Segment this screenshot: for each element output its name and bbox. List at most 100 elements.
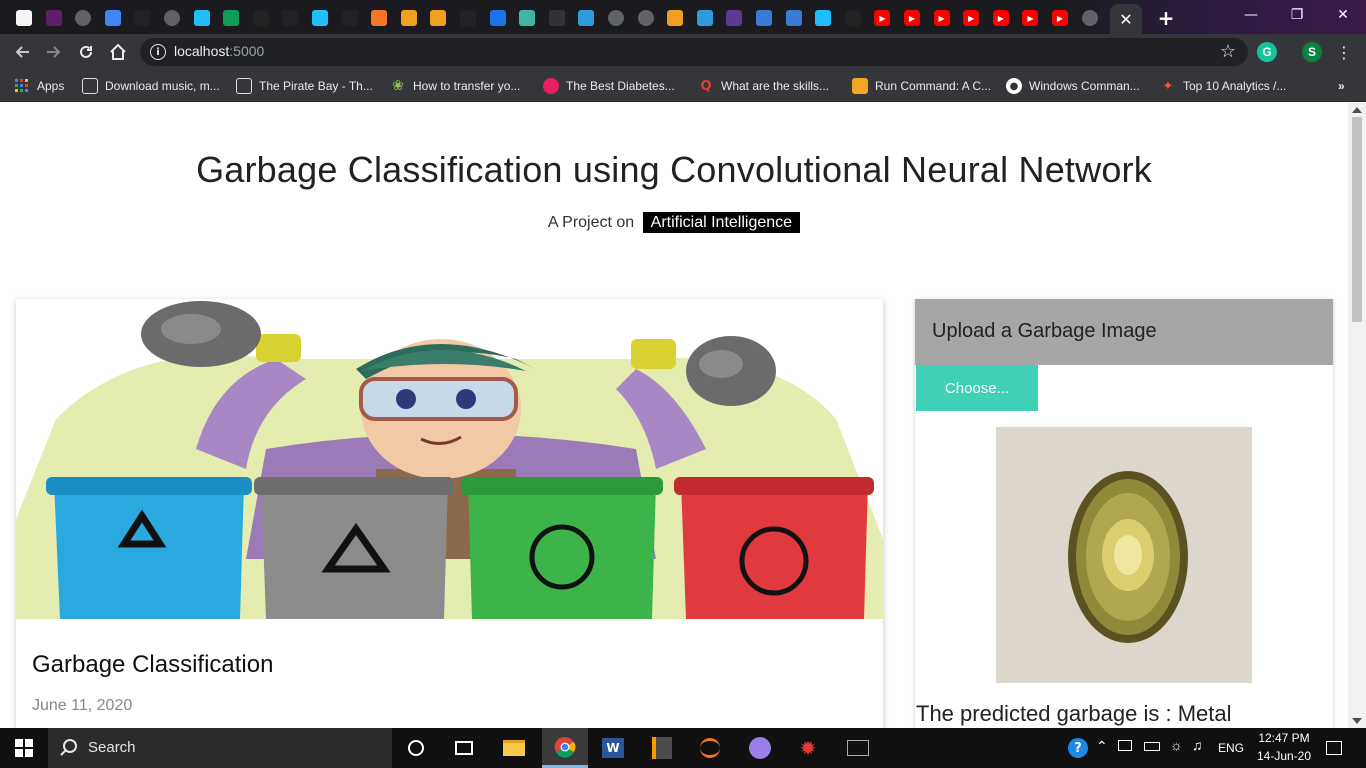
bookmark-label: What are the skills... [721, 79, 830, 93]
wifi-icon[interactable]: ☼ [1170, 737, 1183, 753]
tab-edx[interactable] [720, 4, 748, 32]
show-hidden-icons-chevron-icon[interactable]: ⌃ [1096, 738, 1108, 755]
scroll-down-arrow-icon[interactable] [1352, 718, 1362, 724]
bookmark-item[interactable]: ✦ Top 10 Analytics /... [1160, 76, 1287, 96]
clock-date[interactable]: 14-Jun-20 [1254, 749, 1314, 763]
scrollbar-thumb[interactable] [1352, 117, 1362, 322]
network-icon[interactable] [1118, 740, 1132, 751]
tab-generic[interactable] [1076, 4, 1104, 32]
chrome-taskbar-button[interactable] [542, 728, 588, 768]
bookmark-item[interactable]: The Best Diabetes... [543, 76, 675, 96]
url-text[interactable]: localhost:5000 [174, 43, 264, 59]
language-indicator[interactable]: ENG [1218, 741, 1244, 755]
battery-icon[interactable] [1144, 742, 1160, 751]
forward-button[interactable] [42, 40, 66, 64]
info-icon[interactable]: i [150, 44, 166, 60]
tab-github[interactable] [454, 4, 482, 32]
tab-github[interactable] [276, 4, 304, 32]
tab-generic[interactable] [158, 4, 186, 32]
bookmark-item[interactable]: Q What are the skills... [698, 76, 829, 96]
tab-kaggle[interactable] [306, 4, 334, 32]
choose-file-button[interactable]: Choose... [916, 365, 1038, 411]
github-desktop-button[interactable] [744, 732, 776, 764]
help-button[interactable]: ? [1062, 732, 1094, 764]
profile-avatar[interactable]: S [1302, 42, 1322, 62]
tab-kaggle[interactable] [188, 4, 216, 32]
bookmark-item[interactable]: ❀ How to transfer yo... [390, 76, 520, 96]
close-window-button[interactable]: ✕ [1320, 0, 1366, 30]
grammarly-icon[interactable]: G [1257, 42, 1277, 62]
sublime-button[interactable] [646, 732, 678, 764]
tab-tumblr[interactable] [513, 4, 541, 32]
tab-notebook[interactable] [424, 4, 452, 32]
url-port: :5000 [229, 43, 265, 59]
restore-button[interactable]: ❐ [1274, 0, 1320, 30]
tab-youtube[interactable]: ▶ [928, 4, 956, 32]
tab-cloud[interactable] [572, 4, 600, 32]
start-button[interactable] [8, 732, 40, 764]
word-button[interactable]: W [597, 732, 629, 764]
page-subtitle: A Project on Artificial Intelligence [0, 212, 1348, 233]
tab-github[interactable] [128, 4, 156, 32]
tab-google-forms[interactable] [99, 4, 127, 32]
tab-dots[interactable] [543, 4, 571, 32]
bookmark-item[interactable]: Download music, m... [82, 76, 220, 96]
minimize-button[interactable]: — [1228, 0, 1274, 30]
tab-youtube[interactable]: ▶ [957, 4, 985, 32]
tab-github[interactable] [839, 4, 867, 32]
tab-active[interactable]: ✕ [1110, 4, 1142, 34]
bookmark-star-icon[interactable]: ☆ [1220, 41, 1236, 62]
tab-youtube[interactable]: ▶ [987, 4, 1015, 32]
tab-notebook[interactable] [395, 4, 423, 32]
tab-sketch-app[interactable] [10, 4, 38, 32]
page-scrollbar[interactable] [1348, 103, 1366, 728]
tab-kaggle[interactable] [809, 4, 837, 32]
reload-button[interactable] [74, 40, 98, 64]
tab-jupyter[interactable] [365, 4, 393, 32]
jupyter-button[interactable] [694, 732, 726, 764]
tab-generic[interactable] [632, 4, 660, 32]
tab-notebook[interactable] [661, 4, 689, 32]
bookmark-apps[interactable]: Apps [14, 76, 64, 96]
spider-app-button[interactable]: ✹ [792, 732, 824, 764]
tab-github[interactable] [247, 4, 275, 32]
notification-center-button[interactable] [1318, 732, 1350, 764]
upload-heading: Upload a Garbage Image [932, 320, 1157, 342]
menu-kebab-icon[interactable]: ⋮ [1332, 40, 1356, 64]
tab-sheets[interactable] [217, 4, 245, 32]
reload-icon [80, 45, 92, 58]
tab-generic[interactable] [69, 4, 97, 32]
cortana-button[interactable] [400, 732, 432, 764]
tab-infinity[interactable] [750, 4, 778, 32]
stack-icon [852, 78, 868, 94]
tab-youtube[interactable]: ▶ [898, 4, 926, 32]
bookmark-item[interactable]: ● Windows Comman... [1006, 76, 1140, 96]
terminal-button[interactable] [842, 732, 874, 764]
tab-slack[interactable] [40, 4, 68, 32]
file-explorer-button[interactable] [498, 732, 530, 764]
clock-time[interactable]: 12:47 PM [1254, 731, 1314, 745]
tab-github[interactable] [336, 4, 364, 32]
tab-infinity[interactable] [780, 4, 808, 32]
close-tab-icon[interactable]: ✕ [1119, 10, 1132, 29]
new-tab-button[interactable]: + [1152, 4, 1180, 32]
tab-cloud[interactable] [691, 4, 719, 32]
tab-strip: ▶ ▶ ▶ ▶ ▶ ▶ ▶ ✕ + — ❐ ✕ [0, 0, 1366, 34]
more-bookmarks-chevron-icon[interactable]: » [1338, 76, 1345, 96]
tab-generic[interactable] [602, 4, 630, 32]
address-bar[interactable]: i localhost:5000 ☆ [140, 38, 1248, 66]
tab-youtube[interactable]: ▶ [1016, 4, 1044, 32]
scroll-up-arrow-icon[interactable] [1352, 107, 1362, 113]
volume-icon[interactable]: ♫ [1192, 737, 1203, 753]
bookmark-item[interactable]: The Pirate Bay - Th... [236, 76, 373, 96]
tab-youtube[interactable]: ▶ [1046, 4, 1074, 32]
task-view-button[interactable] [448, 732, 480, 764]
home-button[interactable] [106, 40, 130, 64]
notebook-icon [400, 10, 417, 26]
taskbar-search[interactable]: Search [48, 728, 392, 768]
tab-youtube[interactable]: ▶ [868, 4, 896, 32]
back-button[interactable] [10, 40, 34, 64]
bookmark-item[interactable]: Run Command: A C... [852, 76, 991, 96]
tab-is[interactable] [484, 4, 512, 32]
youtube-icon: ▶ [933, 10, 950, 26]
